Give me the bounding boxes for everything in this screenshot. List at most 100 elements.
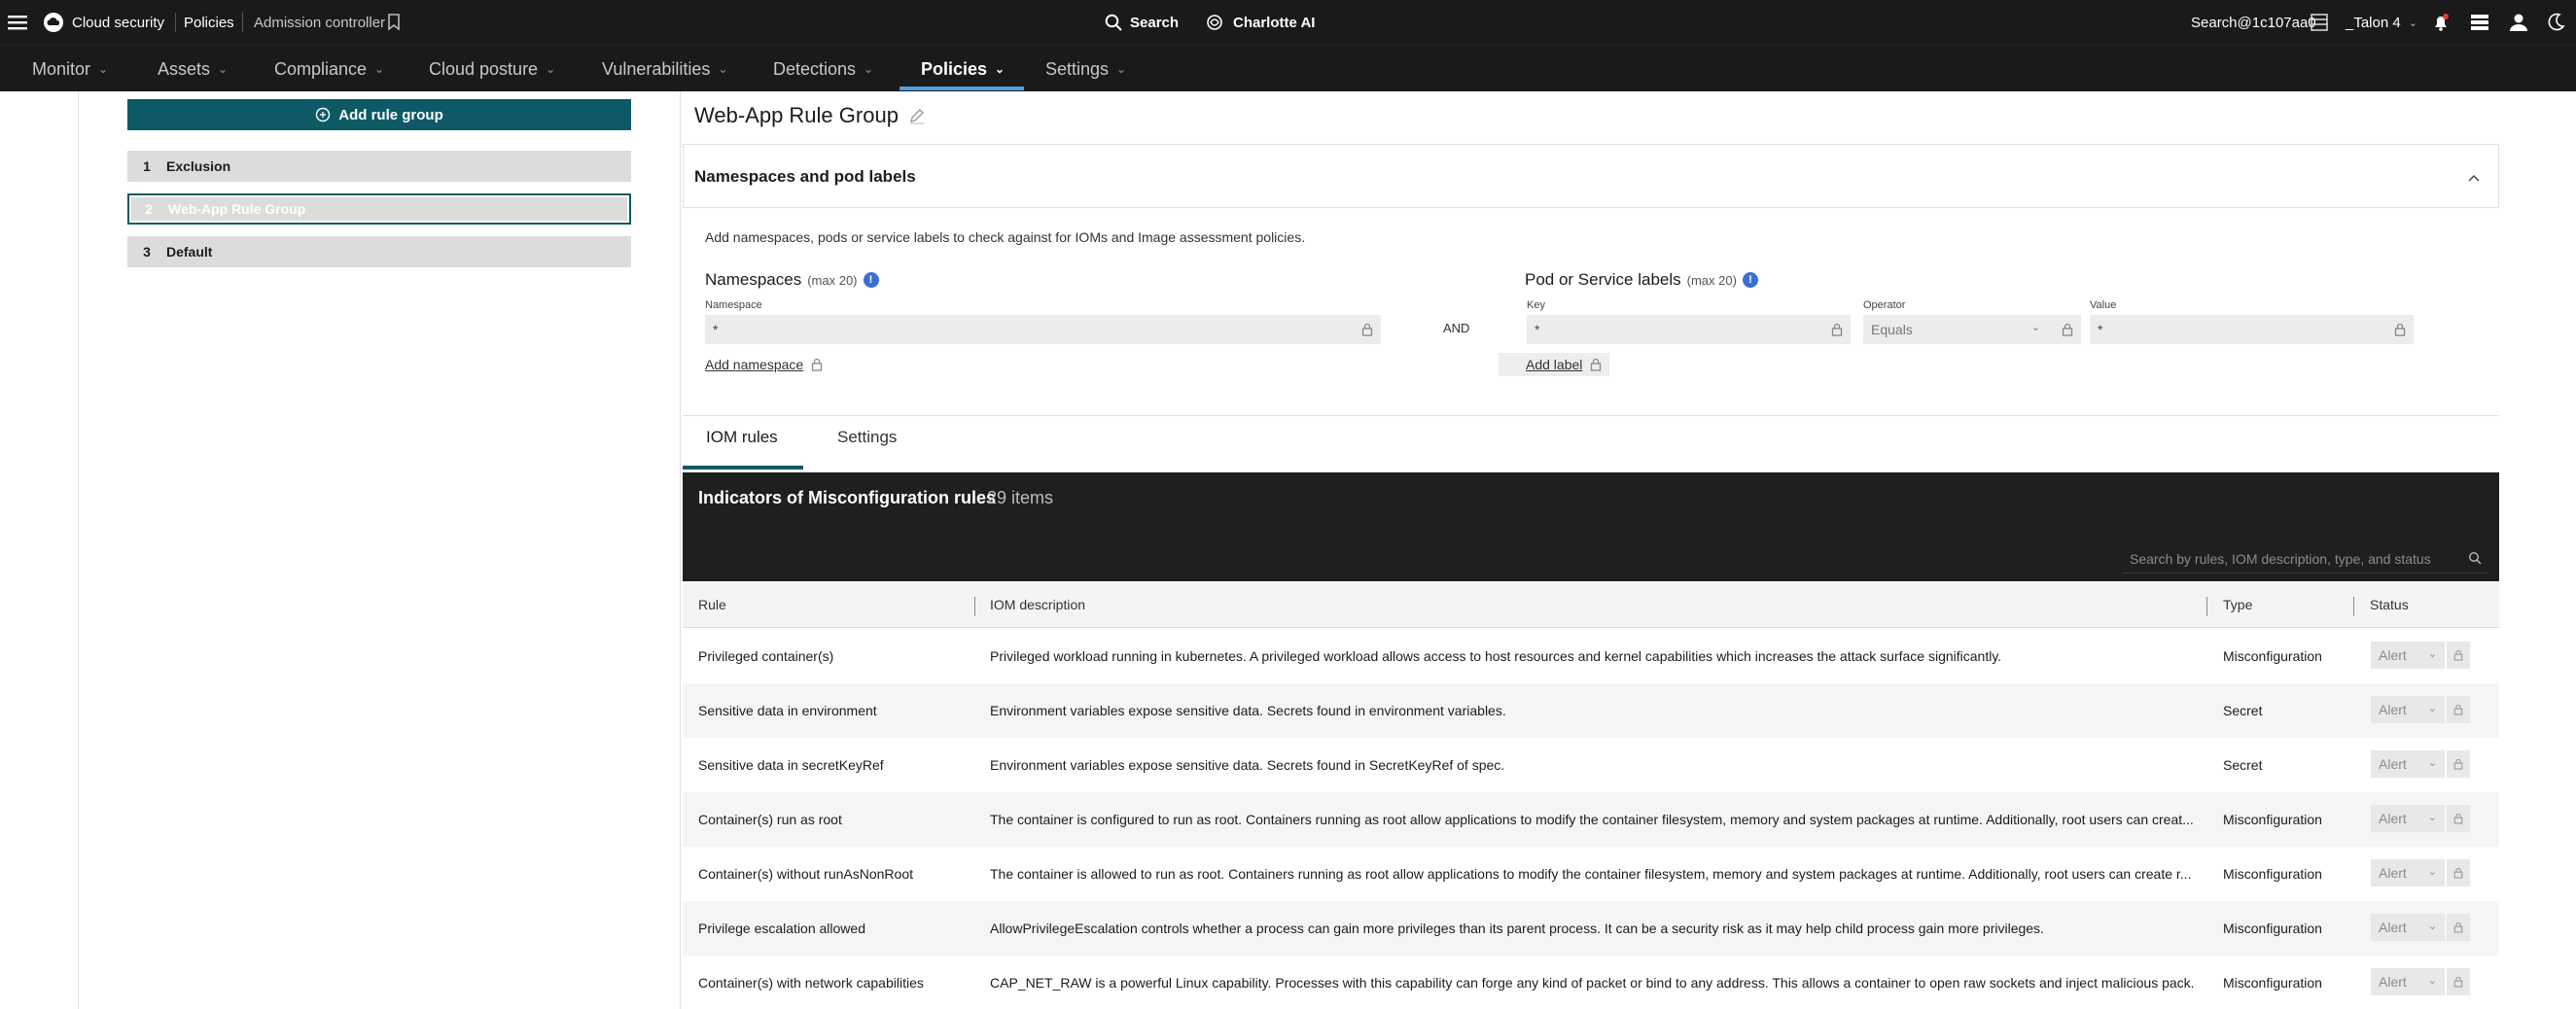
table-row[interactable]: Container(s) run as root The container i… <box>683 792 2499 847</box>
rule-groups-panel <box>78 91 681 1009</box>
namespaces-section-header[interactable] <box>683 144 2499 208</box>
nav-compliance[interactable]: Compliance ⌄ <box>274 46 384 92</box>
rule-group-item-exclusion[interactable]: 1 Exclusion <box>127 151 631 182</box>
edit-pencil-icon[interactable] <box>908 107 926 124</box>
column-header-iom-description[interactable]: IOM description <box>990 597 1085 612</box>
status-select[interactable]: Alert ⌄ <box>2371 750 2445 778</box>
status-select[interactable]: Alert ⌄ <box>2371 968 2445 995</box>
namespace-input[interactable]: * <box>705 315 1381 344</box>
column-resize-handle[interactable] <box>2353 597 2354 616</box>
status-value: Alert <box>2379 647 2407 663</box>
status-select[interactable]: Alert ⌄ <box>2371 914 2445 941</box>
value-input[interactable]: * <box>2090 315 2414 344</box>
column-header-rule[interactable]: Rule <box>698 597 726 612</box>
operator-select[interactable]: Equals ⌄ <box>1863 315 2081 344</box>
chevron-up-icon[interactable] <box>2468 169 2480 185</box>
breadcrumb-policies[interactable]: Policies <box>184 0 234 45</box>
rule-cell: Container(s) without runAsNonRoot <box>698 866 913 882</box>
group-label: Default <box>166 244 213 260</box>
namespace-value: * <box>713 322 719 337</box>
chevron-down-icon: ⌄ <box>2427 812 2437 823</box>
table-row[interactable]: Container(s) with network capabilities C… <box>683 956 2499 1009</box>
add-rule-group-button[interactable]: Add rule group <box>127 99 631 130</box>
description-cell: Privileged workload running in kubernete… <box>990 648 2002 664</box>
search-button[interactable]: Search <box>1105 0 1179 45</box>
nav-vulnerabilities[interactable]: Vulnerabilities ⌄ <box>602 46 727 92</box>
type-cell: Misconfiguration <box>2223 975 2322 991</box>
hamburger-menu-icon[interactable] <box>8 0 27 45</box>
chevron-down-icon: ⌄ <box>1116 62 1127 76</box>
description-cell: Environment variables expose sensitive d… <box>990 703 1506 718</box>
chevron-down-icon: ⌄ <box>995 62 1006 76</box>
add-rule-group-label: Add rule group <box>338 106 443 123</box>
value-value: * <box>2098 322 2103 337</box>
tab-settings[interactable]: Settings <box>837 428 897 467</box>
lock-icon <box>2447 805 2470 832</box>
column-header-type[interactable]: Type <box>2223 597 2252 612</box>
add-namespace-link[interactable]: Add namespace <box>705 353 823 376</box>
group-label: Web-App Rule Group <box>168 201 306 217</box>
charlotte-ai-button[interactable]: Charlotte AI <box>1206 0 1315 45</box>
nav-label: Assets <box>158 58 211 79</box>
chevron-down-icon: ⌄ <box>2427 648 2437 660</box>
nav-assets[interactable]: Assets ⌄ <box>158 46 228 92</box>
column-resize-handle[interactable] <box>2206 597 2207 616</box>
dark-mode-icon[interactable] <box>2546 0 2565 45</box>
chevron-down-icon: ⌄ <box>374 62 385 76</box>
column-resize-handle[interactable] <box>974 597 975 616</box>
and-operator-label: AND <box>1443 321 1470 335</box>
info-icon[interactable]: ! <box>1742 272 1758 288</box>
info-icon[interactable]: ! <box>863 272 879 288</box>
key-input[interactable]: * <box>1527 315 1851 344</box>
breadcrumb-admission-controller[interactable]: Admission controller <box>254 0 385 45</box>
status-value: Alert <box>2379 811 2407 826</box>
description-cell: Environment variables expose sensitive d… <box>990 757 1505 773</box>
table-row[interactable]: Sensitive data in environment Environmen… <box>683 683 2499 738</box>
namespaces-heading: Namespaces (max 20) ! <box>705 270 879 290</box>
lock-icon <box>1591 358 1602 371</box>
namespaces-max: (max 20) <box>807 272 858 288</box>
table-search-input[interactable]: Search by rules, IOM description, type, … <box>2122 544 2488 574</box>
bookmark-icon[interactable] <box>387 0 401 45</box>
description-cell: CAP_NET_RAW is a powerful Linux capabili… <box>990 975 2196 991</box>
status-select[interactable]: Alert ⌄ <box>2371 696 2445 723</box>
table-row[interactable]: Privileged container(s) Privileged workl… <box>683 629 2499 683</box>
lock-icon <box>1831 323 1843 339</box>
rule-group-item-default[interactable]: 3 Default <box>127 236 631 267</box>
nav-settings[interactable]: Settings ⌄ <box>1045 46 1126 92</box>
dashboard-icon[interactable] <box>2470 0 2489 45</box>
table-row[interactable]: Sensitive data in secretKeyRef Environme… <box>683 738 2499 792</box>
chevron-down-icon: ⌄ <box>546 62 556 76</box>
chevron-down-icon: ⌄ <box>2427 703 2437 714</box>
user-search-id[interactable]: Search@1c107aa0 <box>2191 0 2316 45</box>
tenant-selector[interactable]: _Talon 4 ⌄ <box>2346 0 2417 45</box>
add-label-link[interactable]: Add label <box>1499 353 1610 376</box>
user-icon[interactable] <box>2509 0 2528 45</box>
notifications-icon[interactable] <box>2431 0 2451 45</box>
rule-group-item-web-app[interactable]: 2 Web-App Rule Group <box>127 193 631 225</box>
active-tab-indicator <box>683 466 803 470</box>
app-name[interactable]: Cloud security <box>72 0 164 45</box>
layout-icon[interactable] <box>2311 0 2328 45</box>
lock-icon <box>2447 968 2470 995</box>
tab-iom-rules[interactable]: IOM rules <box>706 428 778 467</box>
table-row[interactable]: Container(s) without runAsNonRoot The co… <box>683 847 2499 901</box>
rule-cell: Sensitive data in environment <box>698 703 877 718</box>
nav-detections[interactable]: Detections ⌄ <box>773 46 873 92</box>
search-icon[interactable] <box>2468 551 2482 568</box>
status-select[interactable]: Alert ⌄ <box>2371 642 2445 669</box>
status-select[interactable]: Alert ⌄ <box>2371 805 2445 832</box>
nav-cloud-posture[interactable]: Cloud posture ⌄ <box>429 46 555 92</box>
column-header-status[interactable]: Status <box>2370 597 2409 612</box>
nav-policies[interactable]: Policies ⌄ <box>921 46 1005 92</box>
status-select[interactable]: Alert ⌄ <box>2371 859 2445 887</box>
table-row[interactable]: Privilege escalation allowed AllowPrivil… <box>683 901 2499 956</box>
type-cell: Secret <box>2223 703 2263 718</box>
status-value: Alert <box>2379 865 2407 881</box>
table-item-count: 29 items <box>987 488 1054 507</box>
nav-monitor[interactable]: Monitor ⌄ <box>32 46 108 92</box>
charlotte-ai-label: Charlotte AI <box>1233 14 1316 31</box>
lock-icon <box>1361 323 1373 339</box>
rule-cell: Sensitive data in secretKeyRef <box>698 757 884 773</box>
group-label: Exclusion <box>166 158 231 174</box>
